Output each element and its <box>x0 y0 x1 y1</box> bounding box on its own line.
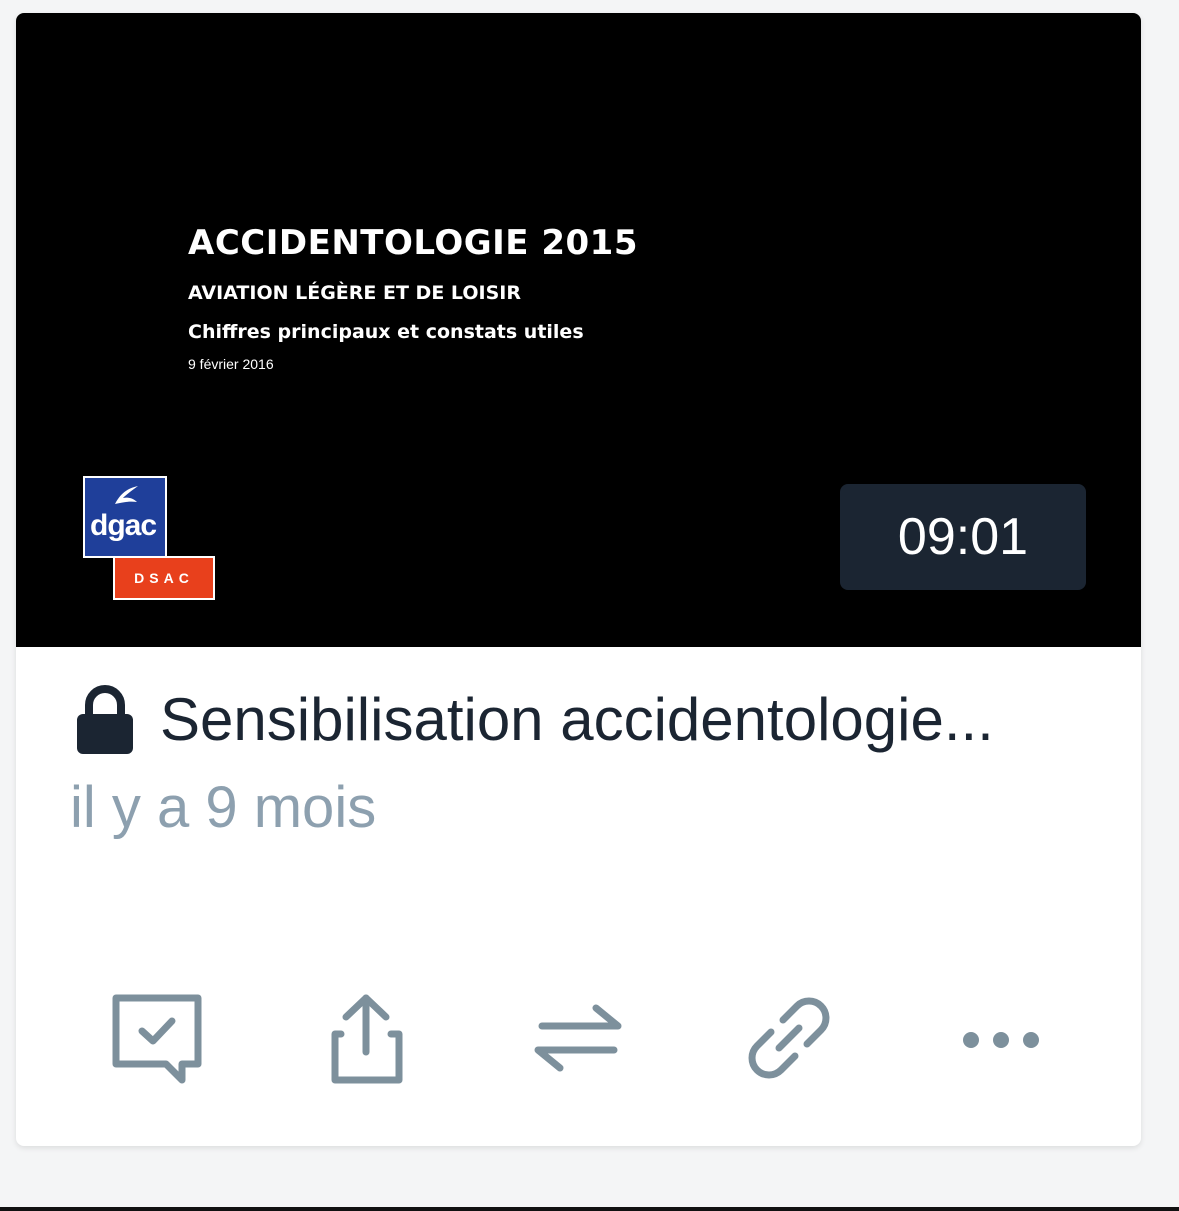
video-title[interactable]: Sensibilisation accidentologie... <box>160 681 1120 759</box>
transfer-icon <box>534 1004 622 1072</box>
logo-blue-block: dgac <box>83 476 167 558</box>
video-thumbnail[interactable]: ACCIDENTOLOGIE 2015 AVIATION LÉGÈRE ET D… <box>16 13 1141 647</box>
transfer-button[interactable] <box>528 988 628 1088</box>
copy-link-button[interactable] <box>739 988 839 1088</box>
video-time-ago: il y a 9 mois <box>70 775 377 840</box>
slide-subtitle: AVIATION LÉGÈRE ET DE LOISIR <box>188 282 521 304</box>
logo-sub: DSAC <box>113 556 215 600</box>
comment-button[interactable] <box>106 988 206 1088</box>
bird-icon <box>115 486 138 504</box>
slide-date: 9 février 2016 <box>188 356 274 372</box>
slide-line: Chiffres principaux et constats utiles <box>188 321 584 343</box>
video-card[interactable]: ACCIDENTOLOGIE 2015 AVIATION LÉGÈRE ET D… <box>16 13 1141 1146</box>
link-icon <box>748 997 830 1079</box>
video-title-row[interactable]: Sensibilisation accidentologie... <box>74 681 1124 759</box>
comment-check-icon <box>112 994 202 1084</box>
lock-icon <box>77 685 133 754</box>
logo-text: dgac <box>90 509 157 542</box>
dgac-logo: dgac DSAC <box>83 476 215 600</box>
share-icon <box>331 994 403 1084</box>
action-bar <box>16 988 1141 1088</box>
slide-title: ACCIDENTOLOGIE 2015 <box>188 223 638 263</box>
more-button[interactable] <box>951 988 1051 1088</box>
share-button[interactable] <box>317 988 417 1088</box>
more-icon <box>963 1032 1039 1048</box>
duration-badge: 09:01 <box>840 484 1086 590</box>
bottom-divider <box>0 1207 1179 1211</box>
